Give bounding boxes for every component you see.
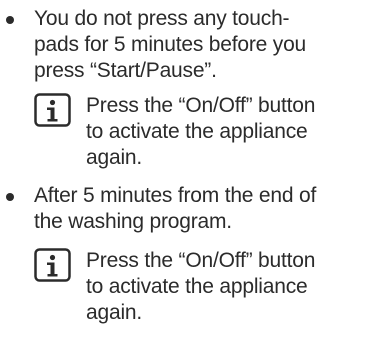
note-text: Press the “On/Off” button to activate th…: [86, 249, 316, 324]
note-text: Press the “On/Off” button to activate th…: [86, 94, 316, 169]
bullet-text: You do not press any touch- pads for 5 m…: [34, 7, 307, 82]
info-icon: [34, 93, 71, 127]
info-icon: [34, 248, 71, 282]
instruction-list: You do not press any touch- pads for 5 m…: [0, 0, 367, 355]
bullet-dot: [6, 16, 14, 24]
bullet-dot: [6, 193, 14, 201]
bullet-text: After 5 minutes from the end of the wash…: [34, 184, 317, 233]
